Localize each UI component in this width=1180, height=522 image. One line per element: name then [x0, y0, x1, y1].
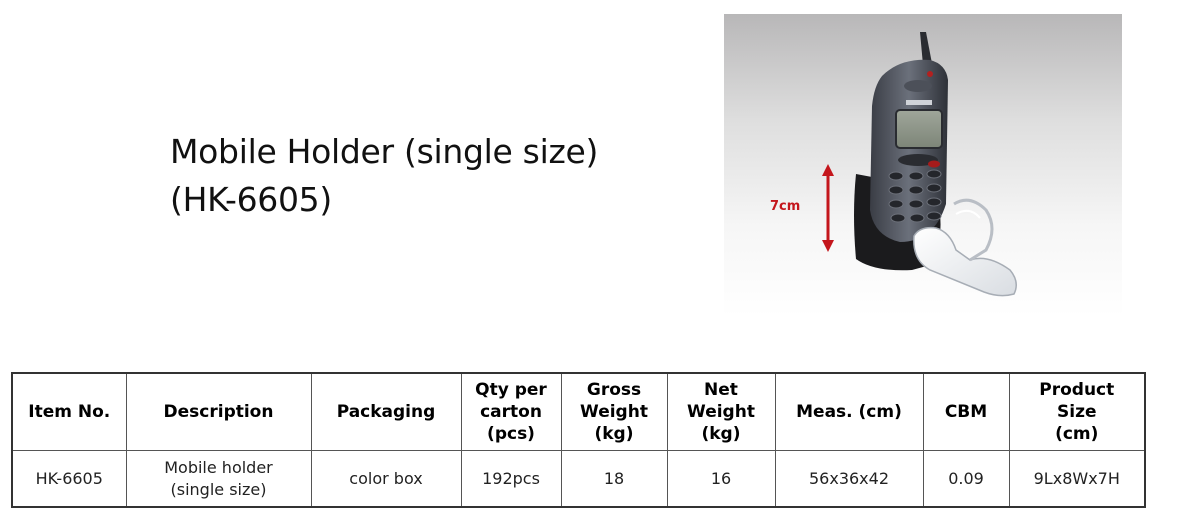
cell-gross-weight: 18	[560, 450, 668, 508]
header-product-size: Product Size (cm)	[1008, 372, 1146, 451]
header-net-weight: Net Weight (kg)	[666, 372, 776, 451]
header-qty-per-carton: Qty per carton (pcs)	[460, 372, 562, 451]
product-photo	[724, 14, 1122, 317]
cell-packaging: color box	[310, 450, 462, 508]
header-packaging: Packaging	[310, 372, 462, 451]
product-title: Mobile Holder (single size) (HK-6605)	[170, 128, 598, 224]
table-row: HK-6605 Mobile holder (single size) color…	[11, 450, 1146, 508]
cell-product-size: 9Lx8Wx7H	[1008, 450, 1146, 508]
cell-net-weight: 16	[666, 450, 776, 508]
cell-cbm: 0.09	[922, 450, 1010, 508]
dimension-label: 7cm	[770, 199, 801, 214]
header-item-no: Item No.	[11, 372, 127, 451]
cell-item-no: HK-6605	[11, 450, 127, 508]
header-meas: Meas. (cm)	[774, 372, 924, 451]
table-header-row: Item No. Description Packaging Qty per ca…	[11, 372, 1146, 451]
header-gross-weight: Gross Weight (kg)	[560, 372, 668, 451]
spec-table: Item No. Description Packaging Qty per ca…	[11, 372, 1146, 508]
product-title-line2: (HK-6605)	[170, 180, 332, 219]
cell-description: Mobile holder (single size)	[125, 450, 312, 508]
header-description: Description	[125, 372, 312, 451]
cell-qty-per-carton: 192pcs	[460, 450, 562, 508]
cell-meas: 56x36x42	[774, 450, 924, 508]
header-cbm: CBM	[922, 372, 1010, 451]
product-title-line1: Mobile Holder (single size)	[170, 132, 599, 171]
